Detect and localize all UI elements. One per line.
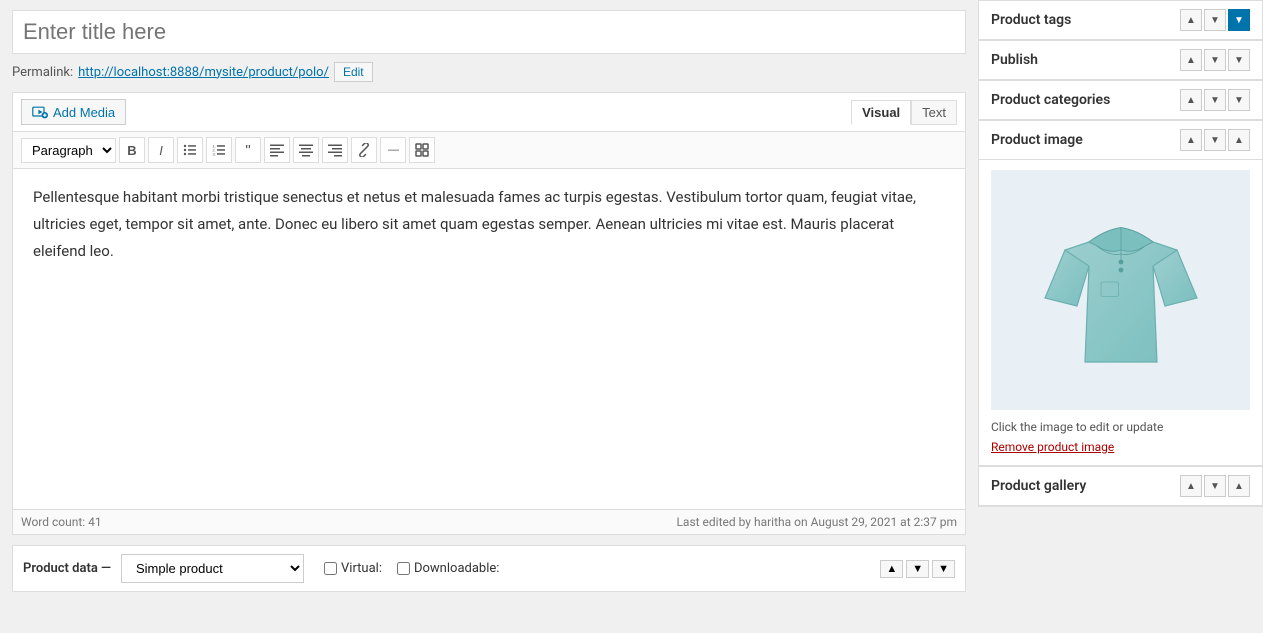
product-data-bar: Product data — Simple product Variable p…	[12, 545, 966, 592]
align-center-button[interactable]	[293, 137, 319, 163]
product-categories-down[interactable]: ▼	[1204, 89, 1226, 111]
paragraph-select[interactable]: Paragraph	[21, 138, 116, 163]
visual-tab[interactable]: Visual	[851, 100, 911, 125]
permalink-row: Permalink: http://localhost:8888/mysite/…	[12, 62, 966, 82]
downloadable-checkbox[interactable]	[397, 562, 410, 575]
product-image-header[interactable]: Product image ▲ ▼ ▲	[979, 121, 1262, 160]
product-gallery-arrows: ▲ ▼ ▲	[1180, 475, 1250, 497]
product-image-thumbnail[interactable]	[991, 170, 1250, 410]
downloadable-checkbox-label[interactable]: Downloadable:	[397, 561, 499, 576]
product-image-title: Product image	[991, 132, 1083, 148]
align-right-button[interactable]	[322, 137, 348, 163]
product-tags-up[interactable]: ▲	[1180, 9, 1202, 31]
product-tags-box: Product tags ▲ ▼ ▼	[978, 0, 1263, 40]
publish-arrows: ▲ ▼ ▼	[1180, 49, 1250, 71]
permalink-label: Permalink:	[12, 65, 73, 80]
align-left-button[interactable]	[264, 137, 290, 163]
editor-body[interactable]: Pellentesque habitant morbi tristique se…	[13, 169, 965, 509]
visual-text-tabs: Visual Text	[851, 100, 957, 125]
publish-up[interactable]: ▲	[1180, 49, 1202, 71]
publish-toggle[interactable]: ▼	[1228, 49, 1250, 71]
product-gallery-down[interactable]: ▼	[1204, 475, 1226, 497]
virtual-checkbox-label[interactable]: Virtual:	[324, 561, 382, 576]
add-media-button[interactable]: Add Media	[21, 99, 126, 125]
product-image-caption: Click the image to edit or update	[991, 420, 1250, 434]
polo-shirt-svg	[1041, 200, 1201, 380]
publish-down[interactable]: ▼	[1204, 49, 1226, 71]
permalink-edit-button[interactable]: Edit	[334, 62, 373, 82]
product-categories-arrows: ▲ ▼ ▼	[1180, 89, 1250, 111]
publish-title: Publish	[991, 52, 1038, 68]
align-center-icon	[299, 143, 313, 157]
product-type-select[interactable]: Simple product Variable product Grouped …	[121, 554, 304, 583]
virtual-checkbox[interactable]	[324, 562, 337, 575]
virtual-label: Virtual:	[341, 561, 382, 576]
link-icon	[357, 143, 371, 157]
sidebar: Product tags ▲ ▼ ▼ Publish ▲ ▼ ▼	[978, 0, 1263, 633]
remove-product-image-link[interactable]: Remove product image	[991, 440, 1114, 454]
text-tab[interactable]: Text	[911, 100, 957, 125]
permalink-url[interactable]: http://localhost:8888/mysite/product/pol…	[78, 65, 329, 80]
add-media-label: Add Media	[53, 105, 115, 120]
product-gallery-up[interactable]: ▲	[1180, 475, 1202, 497]
product-image-box: Product image ▲ ▼ ▲	[978, 120, 1263, 466]
product-gallery-toggle[interactable]: ▲	[1228, 475, 1250, 497]
product-tags-down[interactable]: ▼	[1204, 9, 1226, 31]
product-tags-title: Product tags	[991, 12, 1071, 28]
product-gallery-title: Product gallery	[991, 478, 1086, 494]
svg-text:3.: 3.	[213, 152, 216, 157]
product-gallery-box: Product gallery ▲ ▼ ▲	[978, 466, 1263, 507]
last-edited: Last edited by haritha on August 29, 202…	[676, 515, 957, 529]
align-right-icon	[328, 143, 342, 157]
product-tags-arrows: ▲ ▼ ▼	[1180, 9, 1250, 31]
blockquote-button[interactable]: "	[235, 137, 261, 163]
link-button[interactable]	[351, 137, 377, 163]
downloadable-label: Downloadable:	[414, 561, 499, 576]
product-image-down[interactable]: ▼	[1204, 129, 1226, 151]
product-tags-header[interactable]: Product tags ▲ ▼ ▼	[979, 1, 1262, 39]
product-data-close-arrow[interactable]: ▼	[932, 560, 955, 578]
product-tags-toggle[interactable]: ▼	[1228, 9, 1250, 31]
word-count: Word count: 41	[21, 515, 102, 529]
publish-header[interactable]: Publish ▲ ▼ ▼	[979, 41, 1262, 79]
product-image-toggle[interactable]: ▲	[1228, 129, 1250, 151]
product-options-group: Virtual: Downloadable:	[324, 561, 499, 576]
editor-statusbar: Word count: 41 Last edited by haritha on…	[13, 509, 965, 534]
product-categories-up[interactable]: ▲	[1180, 89, 1202, 111]
product-data-up-arrow[interactable]: ▲	[880, 560, 903, 578]
product-categories-title: Product categories	[991, 92, 1110, 108]
more-button[interactable]: —	[380, 137, 406, 163]
product-data-label: Product data —	[23, 561, 111, 576]
post-title-input[interactable]: Polo	[12, 10, 966, 54]
product-image-content: Click the image to edit or update Remove…	[979, 160, 1262, 465]
fullscreen-icon	[415, 143, 429, 157]
ordered-list-button[interactable]: 1. 2. 3.	[206, 137, 232, 163]
media-icon	[32, 104, 48, 120]
list-ul-icon	[183, 143, 197, 157]
list-ol-icon: 1. 2. 3.	[212, 143, 226, 157]
unordered-list-button[interactable]	[177, 137, 203, 163]
product-categories-header[interactable]: Product categories ▲ ▼ ▼	[979, 81, 1262, 119]
editor-container: Add Media Visual Text Paragraph B I	[12, 92, 966, 535]
product-image-arrows: ▲ ▼ ▲	[1180, 129, 1250, 151]
publish-box: Publish ▲ ▼ ▼	[978, 40, 1263, 80]
product-categories-box: Product categories ▲ ▼ ▼	[978, 80, 1263, 120]
product-data-arrows: ▲ ▼ ▼	[880, 560, 955, 578]
align-left-icon	[270, 143, 284, 157]
format-toolbar: Paragraph B I 1.	[13, 132, 965, 169]
product-gallery-header[interactable]: Product gallery ▲ ▼ ▲	[979, 467, 1262, 506]
product-image-up[interactable]: ▲	[1180, 129, 1202, 151]
product-categories-toggle[interactable]: ▼	[1228, 89, 1250, 111]
product-data-down-arrow[interactable]: ▼	[906, 560, 929, 578]
fullscreen-button[interactable]	[409, 137, 435, 163]
editor-content: Pellentesque habitant morbi tristique se…	[33, 184, 945, 265]
italic-button[interactable]: I	[148, 137, 174, 163]
editor-toolbar-top: Add Media Visual Text	[13, 93, 965, 132]
bold-button[interactable]: B	[119, 137, 145, 163]
